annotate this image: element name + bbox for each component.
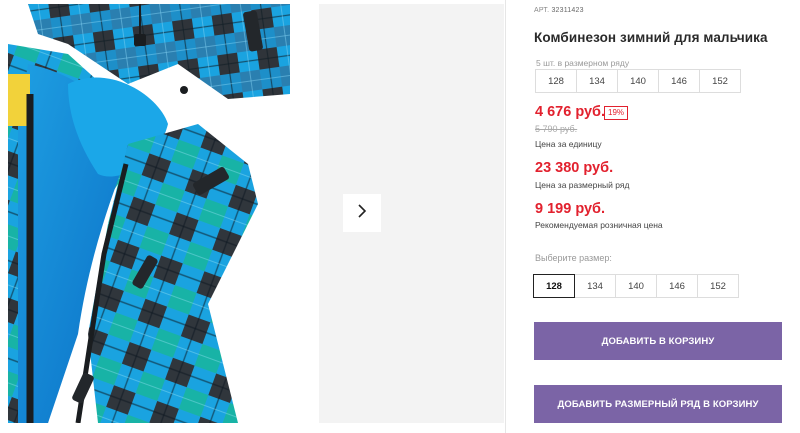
size-option-128[interactable]: 128 — [533, 274, 575, 298]
set-size-list: 128 134 140 146 152 — [535, 69, 741, 93]
rrp-price-label: Рекомендуемая розничная цена — [535, 220, 663, 230]
article-label: АРТ. — [534, 7, 550, 14]
set-size-item: 134 — [576, 69, 618, 93]
unit-price-label: Цена за единицу — [535, 139, 602, 149]
jacket-photo-illustration — [8, 4, 290, 423]
set-size-item: 146 — [658, 69, 700, 93]
size-option-146[interactable]: 146 — [656, 274, 698, 298]
product-info-panel: АРТ. 32311423 Комбинезон зимний для маль… — [505, 0, 800, 433]
add-to-cart-button[interactable]: ДОБАВИТЬ В КОРЗИНУ — [534, 322, 782, 360]
rrp-price: 9 199 руб. — [535, 201, 606, 217]
set-price-label: Цена за размерный ряд — [535, 180, 630, 190]
article-number: АРТ. 32311423 — [534, 7, 584, 14]
product-photo[interactable] — [8, 4, 290, 423]
add-set-to-cart-button[interactable]: ДОБАВИТЬ РАЗМЕРНЫЙ РЯД В КОРЗИНУ — [534, 385, 782, 423]
size-picker: 128 134 140 146 152 — [533, 274, 739, 298]
size-picker-label: Выберите размер: — [535, 253, 612, 263]
discount-badge: 19% — [604, 106, 629, 120]
chevron-right-icon — [357, 203, 367, 224]
set-price: 23 380 руб. — [535, 160, 614, 176]
old-price: 5 790 руб. — [535, 124, 578, 134]
gallery-next-button[interactable] — [343, 194, 381, 232]
set-size-item: 140 — [617, 69, 659, 93]
set-size-item: 128 — [535, 69, 577, 93]
product-gallery — [0, 0, 505, 433]
set-note: 5 шт. в размерном ряду — [536, 58, 630, 68]
set-size-item: 152 — [699, 69, 741, 93]
size-option-140[interactable]: 140 — [615, 274, 657, 298]
size-option-134[interactable]: 134 — [574, 274, 616, 298]
size-option-152[interactable]: 152 — [697, 274, 739, 298]
product-title: Комбинезон зимний для мальчика — [534, 30, 768, 45]
unit-price: 4 676 руб. — [535, 104, 606, 120]
article-value: 32311423 — [551, 7, 584, 14]
